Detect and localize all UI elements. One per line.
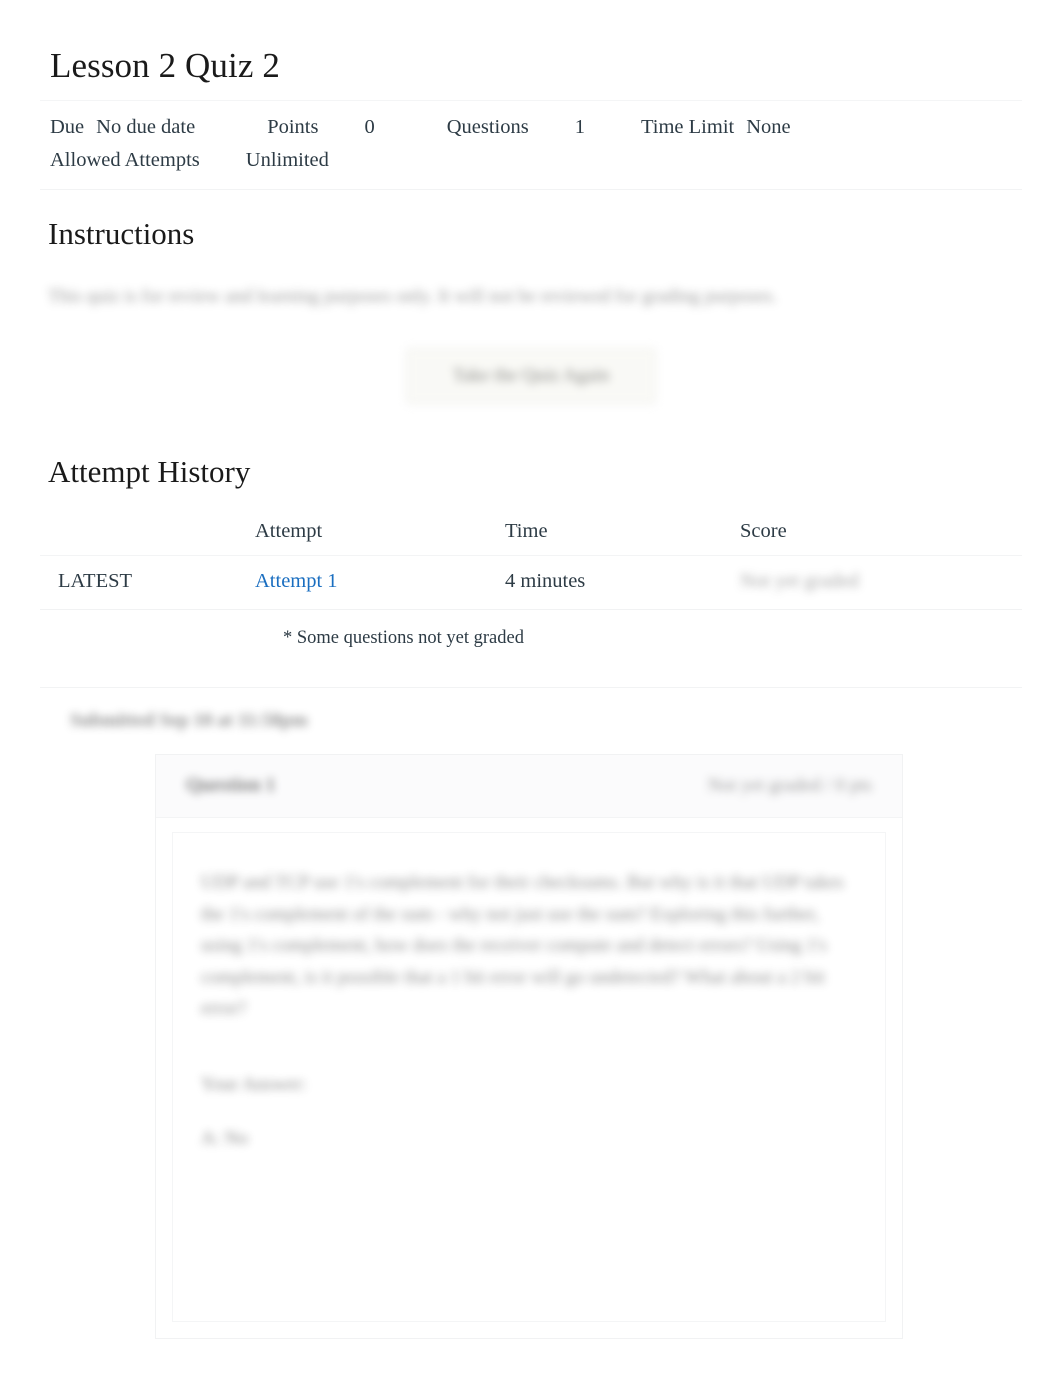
quiz-action-area: Take the Quiz Again [40,318,1022,422]
column-header-kept [40,516,255,556]
column-header-attempt: Attempt [255,520,323,542]
your-answer-value: A: No [201,1127,248,1149]
question-panel: Question 1 Not yet graded / 0 pts UDP an… [155,754,903,1339]
quiz-results-page: Lesson 2 Quiz 2 Due No due date Points 0… [0,0,1062,1377]
column-header-time: Time [505,520,548,542]
question-number-label: Question 1 [186,775,276,796]
attempt-table-header-row: Attempt Time Score [40,516,1022,556]
points-label: Points [267,116,319,138]
take-quiz-again-button[interactable]: Take the Quiz Again [406,348,656,404]
questions-value: 1 [574,116,585,138]
due-label: Due [50,116,85,138]
quiz-meta-row-primary: Due No due date Points 0 Questions 1 Tim… [50,111,1022,144]
points-value: 0 [364,116,375,138]
time-limit-value: None [746,116,791,138]
allowed-attempts-label: Allowed Attempts [50,149,200,171]
attempt-link-cell: Attempt 1 [255,555,505,610]
attempt-kept-label: LATEST [40,555,255,610]
question-grade-status: Not yet graded / 0 pts [707,775,872,796]
your-answer-label: Your Answer: [201,1073,307,1095]
instructions-heading: Instructions [48,216,195,251]
attempt-time-value: 4 minutes [505,555,740,610]
allowed-attempts-value: Unlimited [245,149,329,171]
page-title: Lesson 2 Quiz 2 [50,46,280,85]
attempt-1-link[interactable]: Attempt 1 [255,570,338,592]
submission-info-row: Submitted Sep 10 at 11:58pm [40,687,1022,732]
attempt-history-table: Attempt Time Score LATEST Attempt 1 4 mi… [40,516,1022,610]
ungraded-questions-note: * Some questions not yet graded [283,628,524,648]
table-row: LATEST Attempt 1 4 minutes Not yet grade… [40,555,1022,610]
attempt-history-section: Attempt History Attempt Time Score LATES… [40,422,1022,649]
instructions-body-text: This quiz is for review and learning pur… [48,286,778,307]
attempt-table-body: LATEST Attempt 1 4 minutes Not yet grade… [40,555,1022,610]
attempt-score-value: Not yet graded [740,570,859,592]
time-limit-label: Time Limit [640,116,735,138]
question-header: Question 1 Not yet graded / 0 pts [156,755,902,818]
submitted-timestamp: Submitted Sep 10 at 11:58pm [70,710,308,731]
due-value: No due date [96,116,196,138]
quiz-meta-block: Due No due date Points 0 Questions 1 Tim… [40,100,1022,190]
attempt-history-heading: Attempt History [48,454,251,489]
attempt-table-head: Attempt Time Score [40,516,1022,556]
instructions-section: Instructions This quiz is for review and… [40,216,1022,312]
quiz-meta-row-secondary: Allowed Attempts Unlimited [50,144,1022,177]
questions-label: Questions [446,116,529,138]
question-prompt-text: UDP and TCP use 1's complement for their… [201,872,844,1019]
attempt-score-cell: Not yet graded [740,555,1022,610]
question-body: UDP and TCP use 1's complement for their… [172,832,886,1322]
column-header-score: Score [740,520,787,542]
